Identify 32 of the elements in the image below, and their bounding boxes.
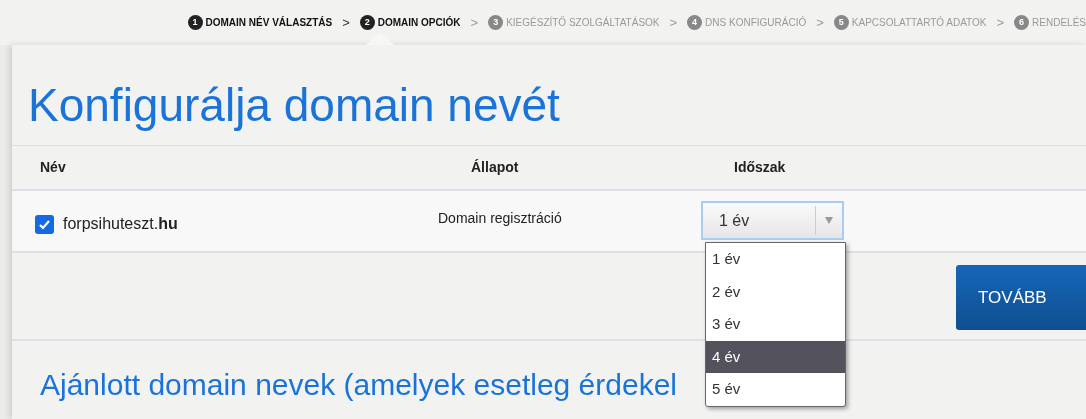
wizard-step[interactable]: 5 KAPCSOLATTARTÓ ADATOK [833, 0, 987, 45]
page-title: Konfigurálja domain nevét [27, 78, 561, 133]
column-header: Név [40, 158, 67, 177]
step-number: 3 [488, 15, 504, 30]
dropdown-option[interactable]: 3 év [706, 308, 845, 341]
column-header: Időszak [734, 158, 787, 177]
column-header: Állapot [471, 158, 520, 177]
period-dropdown[interactable]: 1 év [701, 201, 844, 240]
dropdown-option[interactable]: 2 év [706, 275, 845, 309]
step-separator: > [470, 13, 479, 32]
step-number: 4 [687, 15, 703, 30]
step-number: 6 [1014, 15, 1030, 30]
section-title: Ajánlott domain nevek (amelyek esetleg érdekel [40, 367, 678, 403]
wizard-step[interactable]: 4 DNS KONFIGURÁCIÓ [687, 0, 807, 45]
step-separator: > [669, 13, 678, 32]
step-separator: > [342, 13, 350, 32]
step-separator: > [816, 13, 824, 32]
step-number: 1 [187, 15, 203, 30]
step-separator: > [996, 13, 1005, 32]
dropdown-option[interactable]: 1 év [706, 243, 845, 276]
checkbox[interactable] [35, 214, 54, 234]
dropdown-option[interactable]: 5 év [706, 373, 845, 406]
step-number: 2 [359, 15, 375, 30]
wizard-step[interactable]: 6 RENDELÉS [1014, 0, 1086, 45]
dropdown-caret-icon [825, 217, 833, 224]
next-button[interactable]: TOVÁBB [956, 265, 1086, 330]
table-cell: Domain regisztráció [438, 210, 562, 226]
dropdown-option[interactable]: 4 év [706, 340, 845, 374]
wizard-step[interactable]: 3 KIEGÉSZÍTŐ SZOLGÁLTATÁSOK [488, 0, 660, 45]
step-number: 5 [833, 15, 849, 30]
domain-name: forpsihuteszt.hu [63, 214, 178, 234]
wizard-step[interactable]: 1 DOMAIN NÉV VÁLASZTÁS [187, 0, 333, 45]
